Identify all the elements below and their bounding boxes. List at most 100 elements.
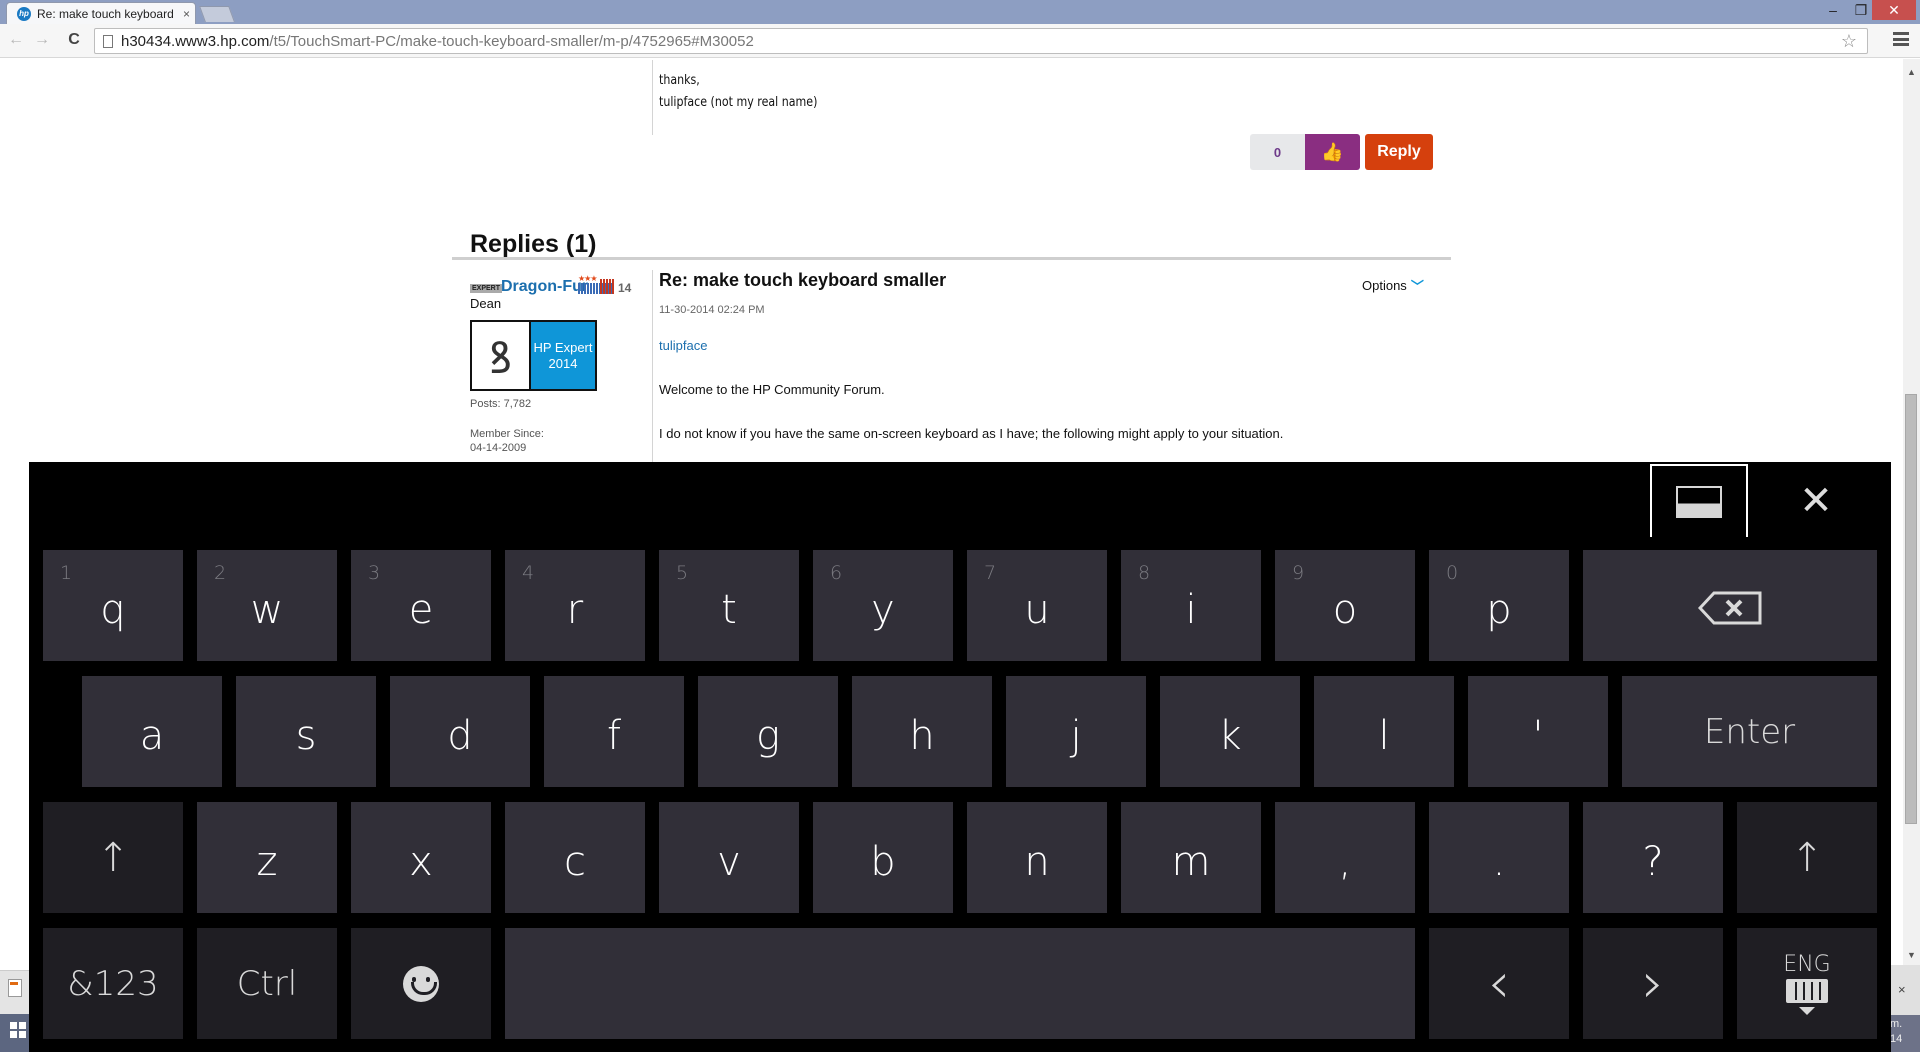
key-character: p — [1486, 586, 1512, 633]
key-j[interactable]: j — [1006, 676, 1146, 787]
options-label: Options — [1362, 278, 1407, 293]
browser-toolbar: ← → C h30434.www3.hp.com /t5/TouchSmart-… — [0, 24, 1920, 58]
key-c[interactable]: c — [505, 802, 645, 913]
key-question[interactable]: ? — [1583, 802, 1723, 913]
rank-bars-icon — [578, 279, 614, 294]
key-m[interactable]: m — [1121, 802, 1261, 913]
key-g[interactable]: g — [698, 676, 838, 787]
key-y[interactable]: 6y — [813, 550, 953, 661]
reload-icon[interactable]: C — [63, 29, 85, 51]
reply-body-line: I do not know if you have the same on-sc… — [659, 426, 1284, 441]
close-shelf-icon[interactable]: × — [1898, 982, 1906, 997]
key-character: s — [295, 712, 317, 759]
key-f[interactable]: f — [544, 676, 684, 787]
rank-stars-icon: ★★★ — [578, 274, 597, 283]
key-number-hint: 2 — [214, 562, 227, 584]
key-number-hint: 5 — [676, 562, 689, 584]
key-character: q — [100, 586, 126, 633]
post-text-line: thanks, — [659, 73, 700, 88]
key-comma[interactable]: , — [1275, 802, 1415, 913]
key-i[interactable]: 8i — [1121, 550, 1261, 661]
language-layout-key[interactable]: ENG — [1737, 928, 1877, 1039]
shift-key-left[interactable]: ↑ — [43, 802, 183, 913]
page-scrollbar[interactable]: ▲ — [1903, 59, 1920, 965]
minimize-button[interactable]: – — [1820, 0, 1846, 20]
key-s[interactable]: s — [236, 676, 376, 787]
ctrl-key[interactable]: Ctrl — [197, 928, 337, 1039]
key-v[interactable]: v — [659, 802, 799, 913]
touch-keyboard: ✕ 1q2w3e4r5t6y7u8i9o0p a s d f g h j k l ' Enter … — [29, 462, 1891, 1052]
tab-close-icon[interactable]: × — [183, 7, 190, 21]
key-a[interactable]: a — [82, 676, 222, 787]
keyboard-layout-icon — [1786, 978, 1828, 1003]
key-t[interactable]: 5t — [659, 550, 799, 661]
taskbar-clock[interactable]: m. 14 — [1889, 1015, 1920, 1052]
download-shelf-right: × — [1889, 965, 1920, 1015]
author-name-link[interactable]: Dragon-Fur — [501, 278, 588, 296]
key-character: h — [909, 712, 935, 759]
key-d[interactable]: d — [390, 676, 530, 787]
key-w[interactable]: 2w — [197, 550, 337, 661]
maximize-button[interactable]: ❐ — [1848, 0, 1874, 20]
key-q[interactable]: 1q — [43, 550, 183, 661]
key-o[interactable]: 9o — [1275, 550, 1415, 661]
scroll-up-arrow-icon[interactable]: ▲ — [1907, 67, 1916, 77]
key-h[interactable]: h — [852, 676, 992, 787]
reply-button[interactable]: Reply — [1365, 134, 1433, 170]
key-number-hint: 0 — [1446, 562, 1459, 584]
key-u[interactable]: 7u — [967, 550, 1107, 661]
symbols-key[interactable]: &123 — [43, 928, 183, 1039]
thumbs-up-icon: 👍 — [1321, 141, 1344, 162]
key-character: , — [1338, 838, 1352, 885]
key-p[interactable]: 0p — [1429, 550, 1569, 661]
download-shelf-item[interactable] — [0, 970, 29, 1014]
backspace-icon — [1697, 589, 1762, 624]
key-e[interactable]: 3e — [351, 550, 491, 661]
windows-start-icon[interactable] — [10, 1022, 26, 1038]
member-since-label: Member Since: — [470, 428, 544, 440]
left-arrow-key[interactable]: ‹ — [1429, 928, 1569, 1039]
key-z[interactable]: z — [197, 802, 337, 913]
enter-key[interactable]: Enter — [1622, 676, 1877, 787]
shift-arrow-icon: ↑ — [96, 834, 130, 881]
address-bar[interactable]: h30434.www3.hp.com /t5/TouchSmart-PC/mak… — [94, 28, 1868, 54]
key-character: e — [408, 586, 434, 633]
avatar[interactable]: ꝸ HP Expert 2014 — [470, 320, 597, 391]
post-text-line: tulipface (not my real name) — [659, 95, 818, 110]
hp-favicon-icon: hp — [17, 6, 31, 21]
space-key[interactable] — [505, 928, 1415, 1039]
hp-expert-tag: HP Expert 2014 — [531, 322, 595, 389]
key-x[interactable]: x — [351, 802, 491, 913]
key-apostrophe[interactable]: ' — [1468, 676, 1608, 787]
scroll-thumb[interactable] — [1905, 394, 1917, 824]
bookmark-star-icon[interactable]: ☆ — [1841, 31, 1857, 52]
new-tab-button[interactable] — [199, 6, 235, 22]
forward-arrow-icon[interactable]: → — [31, 29, 53, 51]
key-character: m — [1171, 838, 1211, 885]
key-l[interactable]: l — [1314, 676, 1454, 787]
replies-divider — [452, 257, 1451, 260]
right-arrow-key[interactable]: › — [1583, 928, 1723, 1039]
chrome-menu-icon[interactable] — [1893, 32, 1909, 46]
key-r[interactable]: 4r — [505, 550, 645, 661]
key-k[interactable]: k — [1160, 676, 1300, 787]
close-window-button[interactable]: ✕ — [1872, 0, 1916, 20]
backspace-key[interactable] — [1583, 550, 1877, 661]
scroll-down-arrow-icon[interactable]: ▼ — [1907, 950, 1916, 960]
dock-keyboard-button[interactable] — [1650, 464, 1748, 537]
key-character: r — [566, 586, 584, 633]
shift-key-right[interactable]: ↑ — [1737, 802, 1877, 913]
key-b[interactable]: b — [813, 802, 953, 913]
emoji-key[interactable] — [351, 928, 491, 1039]
close-keyboard-button[interactable]: ✕ — [1767, 464, 1865, 537]
key-period[interactable]: . — [1429, 802, 1569, 913]
options-menu[interactable]: Options ﹀ — [1362, 276, 1424, 295]
back-arrow-icon[interactable]: ← — [5, 29, 27, 51]
browser-tab[interactable]: hp Re: make touch keyboard × — [6, 2, 196, 24]
key-character: ' — [1532, 712, 1544, 759]
give-kudo-button[interactable]: 👍 — [1305, 134, 1360, 170]
key-n[interactable]: n — [967, 802, 1107, 913]
mention-link[interactable]: tulipface — [659, 338, 707, 353]
hp-expert-tag-line1: HP Expert — [533, 339, 593, 355]
key-character: y — [871, 586, 895, 633]
